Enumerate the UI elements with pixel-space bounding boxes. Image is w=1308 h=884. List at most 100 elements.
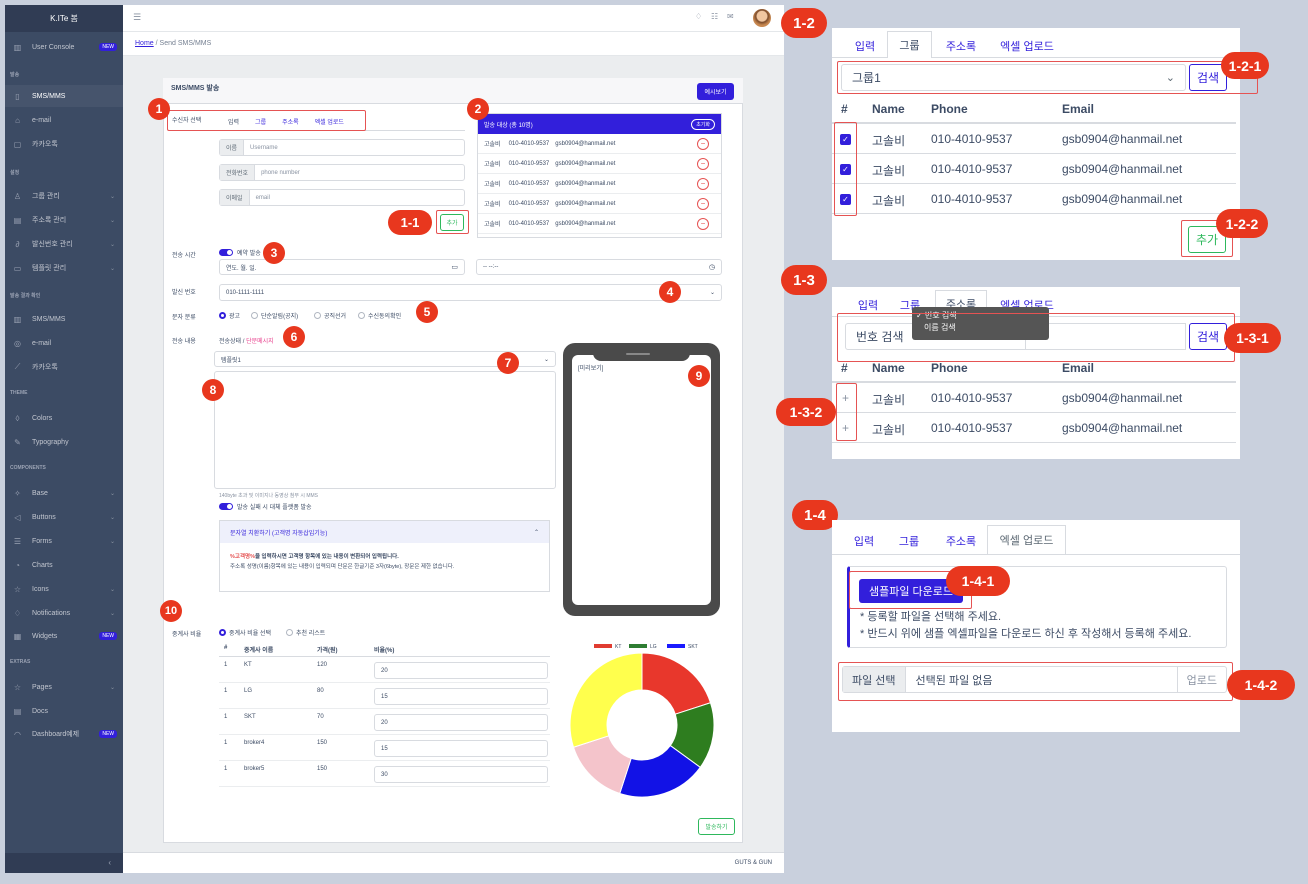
content-type-link[interactable]: 단문메시지 [246, 339, 274, 345]
sidebar-item-icons[interactable]: ☆ Icons ⌄ [5, 578, 123, 600]
msgtype-consent[interactable]: 수신동의확인 [358, 311, 401, 320]
panel-cell-email: gsb0904@hanmail.net [1062, 421, 1183, 435]
sidebar-item-발신번호-관리[interactable]: ∂ 발신번호 관리 ⌄ [5, 233, 123, 255]
relay-ratio-value: 20 [381, 719, 388, 726]
send-button[interactable]: 발송하기 [698, 818, 735, 835]
sidebar-collapse-button[interactable]: ‹ [5, 853, 123, 873]
sidebar-item-forms[interactable]: ☰ Forms ⌄ [5, 530, 123, 552]
sidebar-item-widgets[interactable]: ▦ Widgets NEW [5, 625, 123, 647]
panel14-tab-group[interactable]: 그룹 [891, 528, 927, 554]
radio-icon[interactable] [219, 629, 226, 636]
calendar-icon[interactable]: ▭ [451, 263, 458, 271]
chevron-down-icon: ⌄ [109, 610, 115, 617]
highlight-box-1-2-1 [837, 61, 1258, 94]
reserve-toggle[interactable]: 예약 발송 [219, 248, 261, 257]
panel12-tab-input[interactable]: 입력 [847, 33, 883, 58]
panel12-tab-excel[interactable]: 엑셀 업로드 [992, 33, 1062, 58]
remove-target-icon[interactable]: − [697, 157, 709, 170]
message-textarea[interactable] [214, 371, 556, 489]
panel12-tab-group[interactable]: 그룹 [887, 31, 932, 58]
sidebar-item-base[interactable]: ✧ Base ⌄ [5, 482, 123, 504]
sender-select[interactable]: 010-1111-1111 ⌄ [219, 284, 722, 301]
sidebar-item-label: Typography [32, 438, 69, 446]
relay-ratio-input[interactable]: 15 [374, 740, 548, 757]
sidebar-item-카카오톡[interactable]: ⟋ 카카오톡 [5, 356, 123, 378]
panel14-tab-line [832, 554, 1240, 555]
marker-8: 8 [202, 379, 224, 401]
email-field[interactable]: 이메일 email [219, 189, 465, 206]
reset-button[interactable]: 초기화 [691, 118, 715, 130]
sidebar-item-typography[interactable]: ✎ Typography [5, 431, 123, 453]
replace-accordion-header[interactable]: 문자열 치환하기 (고객명 자동삽입기능) ⌃ [220, 521, 549, 543]
sidebar-item-e-mail[interactable]: ◎ e-mail [5, 332, 123, 354]
target-name: 고솔비 [484, 222, 501, 228]
sidebar-item-dashboard예제[interactable]: ◠ Dashboard예제 NEW [5, 723, 123, 745]
sidebar-item-label: Dashboard예제 [32, 731, 80, 738]
relay-ratio-input[interactable]: 20 [374, 662, 548, 679]
msgtype-election[interactable]: 공직선거 [314, 311, 346, 320]
legend-swatch [667, 644, 685, 648]
radio-icon[interactable] [358, 312, 365, 319]
panel14-tab-address[interactable]: 주소록 [936, 528, 986, 554]
panel14-tab-excel[interactable]: 엑셀 업로드 [987, 525, 1066, 554]
reserve-toggle-switch[interactable] [219, 249, 233, 256]
radio-icon[interactable] [314, 312, 321, 319]
marker-2: 2 [467, 98, 489, 120]
marker-1-2: 1-2 [781, 8, 827, 38]
sidebar-item-sms-mms[interactable]: ▥ SMS/MMS [5, 308, 123, 330]
breadcrumb-home-link[interactable]: Home [135, 40, 154, 47]
sidebar-item-label: Forms [32, 537, 52, 545]
panel12-tab-address[interactable]: 주소록 [936, 33, 986, 58]
remove-target-icon[interactable]: − [697, 238, 709, 239]
relay-option-ratio[interactable]: 중계사 비율 선택 [219, 628, 271, 637]
relay-ratio-value: 20 [381, 667, 388, 674]
sidebar-item-주소록-관리[interactable]: ▤ 주소록 관리 ⌄ [5, 209, 123, 231]
menu-toggle-icon[interactable]: ☰ [133, 12, 141, 23]
phone-field[interactable]: 전화번호 phone number [219, 164, 465, 181]
sidebar-item-docs[interactable]: ▤ Docs [5, 700, 123, 722]
relay-option-recommend[interactable]: 추천 리스트 [286, 628, 325, 637]
sidebar-item-user-console[interactable]: ▥ User Console NEW [5, 36, 123, 58]
sidebar-item-charts[interactable]: ◔ Charts [5, 554, 123, 576]
relay-ratio-input[interactable]: 15 [374, 688, 548, 705]
radio-icon[interactable] [219, 312, 226, 319]
avatar[interactable] [753, 9, 771, 27]
radio-icon[interactable] [251, 312, 258, 319]
msgtype-notice-label: 단순알림(공지) [261, 314, 299, 320]
sidebar-item-colors[interactable]: ◊ Colors [5, 407, 123, 429]
relay-ratio-input[interactable]: 30 [374, 766, 548, 783]
list-icon[interactable]: ☷ [711, 12, 718, 21]
radio-icon[interactable] [286, 629, 293, 636]
brand-logo[interactable]: K.ITe 봄 [5, 5, 123, 32]
name-field[interactable]: 이름 Username [219, 139, 465, 156]
panel14-tab-input[interactable]: 입력 [846, 528, 882, 554]
sidebar-item-템플릿-관리[interactable]: ▭ 템플릿 관리 ⌄ [5, 257, 123, 279]
remove-target-icon[interactable]: − [697, 197, 709, 210]
msgtype-ad[interactable]: 광고 [219, 311, 240, 320]
chevron-up-icon[interactable]: ⌃ [534, 529, 539, 536]
fallback-toggle-switch[interactable] [219, 503, 233, 510]
time-input[interactable]: -- --:-- ◷ [476, 259, 722, 275]
fallback-toggle[interactable]: 발송 실패 시 대체 플랫폼 발송 [219, 502, 312, 511]
envelope-icon[interactable]: ✉ [727, 12, 734, 21]
sidebar-item-sms-mms[interactable]: ▯ SMS/MMS [5, 85, 123, 107]
remove-target-icon[interactable]: − [697, 177, 709, 190]
reserve-label: 예약 발송 [237, 251, 261, 257]
sidebar-item-그룹-관리[interactable]: ♙ 그룹 관리 ⌄ [5, 185, 123, 207]
sidebar-item-pages[interactable]: ☆ Pages ⌄ [5, 676, 123, 698]
chevron-down-icon: ⌄ [109, 490, 115, 497]
preview-button[interactable]: 예시보기 [697, 83, 734, 100]
bell-icon[interactable]: ♢ [695, 12, 702, 21]
clock-icon[interactable]: ◷ [709, 263, 715, 271]
remove-target-icon[interactable]: − [697, 137, 709, 150]
date-input[interactable]: 연도. 월. 일. ▭ [219, 259, 465, 275]
msgtype-notice[interactable]: 단순알림(공지) [251, 311, 298, 320]
sidebar-item-e-mail[interactable]: ⌂ e-mail [5, 109, 123, 131]
sidebar-item-buttons[interactable]: ◁ Buttons ⌄ [5, 506, 123, 528]
sidebar-item-카카오톡[interactable]: ▢ 카카오톡 [5, 133, 123, 155]
sidebar-item-notifications[interactable]: ♢ Notifications ⌄ [5, 602, 123, 624]
remove-target-icon[interactable]: − [697, 217, 709, 230]
phone-notch [593, 350, 690, 361]
target-name: 고솔비 [484, 142, 501, 148]
relay-ratio-input[interactable]: 20 [374, 714, 548, 731]
